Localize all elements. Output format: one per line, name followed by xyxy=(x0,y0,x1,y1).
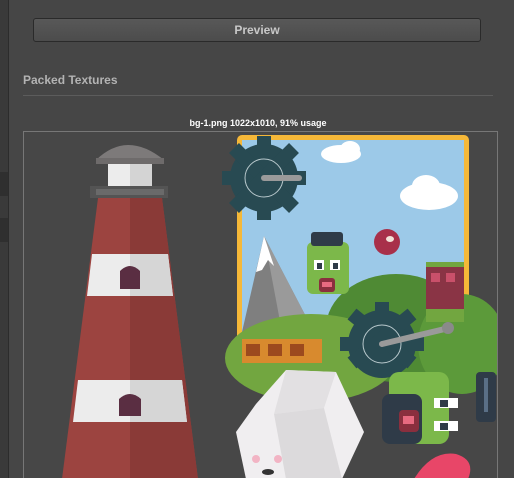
pink-sprite xyxy=(414,453,471,478)
section-title: Packed Textures xyxy=(23,73,118,87)
section-divider xyxy=(23,95,493,96)
preview-button[interactable]: Preview xyxy=(33,18,481,42)
texture-caption: bg-1.png 1022x1010, 91% usage xyxy=(189,118,327,128)
left-edge-panel xyxy=(0,0,9,478)
texture-atlas-image xyxy=(62,135,498,478)
left-edge-tab[interactable] xyxy=(0,218,8,242)
lighthouse-sprite xyxy=(62,145,198,478)
selected-sprite-game-scene[interactable] xyxy=(222,135,498,402)
texture-atlas-preview[interactable] xyxy=(23,131,498,478)
left-edge-tab[interactable] xyxy=(0,172,8,196)
packed-textures-panel: Preview Packed Textures bg-1.png 1022x10… xyxy=(0,0,514,478)
creature-sprite xyxy=(382,372,496,444)
